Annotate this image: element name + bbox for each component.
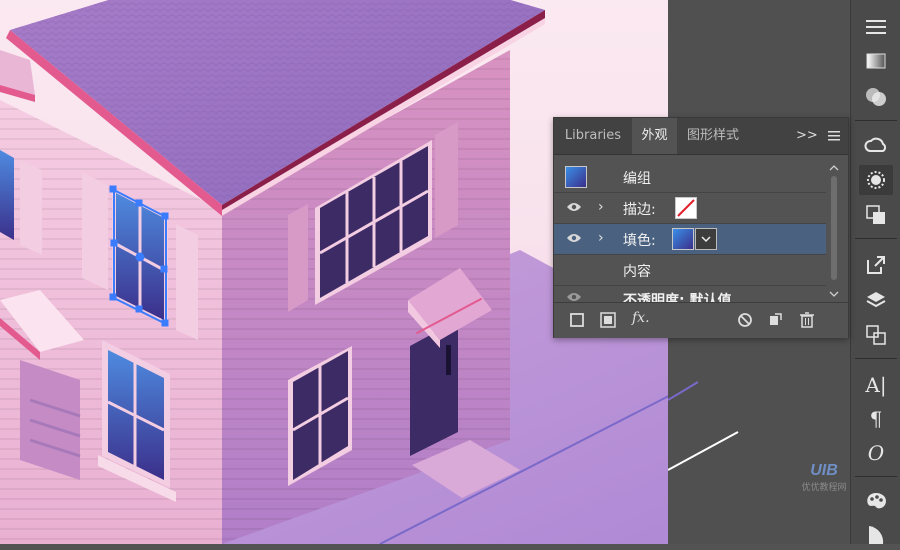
watermark-text: 优优教程网 xyxy=(801,483,847,493)
clear-appearance-icon[interactable] xyxy=(736,311,754,329)
paragraph-icon[interactable]: ¶ xyxy=(859,404,893,434)
row-label-opacity[interactable]: 不透明度: 默认值 xyxy=(623,290,731,302)
panel-menu-icon[interactable] xyxy=(828,130,840,145)
watermark: UIB 优优教程网 xyxy=(798,462,850,493)
duplicate-item-icon[interactable] xyxy=(766,311,784,329)
eye-icon[interactable] xyxy=(566,202,582,212)
eye-icon[interactable] xyxy=(566,292,582,302)
row-label-group: 编组 xyxy=(623,171,651,187)
appearance-row-contents[interactable]: 内容 xyxy=(554,255,826,286)
tab-libraries[interactable]: Libraries xyxy=(554,118,632,154)
menu-icon[interactable] xyxy=(859,12,893,42)
collapse-panel-icon[interactable]: >> xyxy=(796,128,818,143)
layers-icon[interactable] xyxy=(859,286,893,316)
chevron-down-icon xyxy=(701,236,711,243)
group-thumbnail xyxy=(565,166,587,188)
row-label-stroke[interactable]: 描边: xyxy=(623,199,656,219)
add-effect-button[interactable]: fx. xyxy=(632,310,650,326)
shape-icon[interactable] xyxy=(859,520,893,550)
graphic-styles-icon[interactable] xyxy=(859,200,893,230)
appearance-icon[interactable] xyxy=(859,165,893,195)
appearance-row-fill[interactable]: › 填色: xyxy=(554,224,826,255)
tab-appearance[interactable]: 外观 xyxy=(632,118,677,154)
fill-swatch[interactable] xyxy=(672,228,694,250)
artboards-icon[interactable] xyxy=(859,320,893,350)
chevron-right-icon[interactable]: › xyxy=(598,199,604,215)
panel-scrollbar[interactable] xyxy=(828,164,840,300)
export-icon[interactable] xyxy=(859,250,893,280)
transparency-icon[interactable] xyxy=(859,82,893,112)
opentype-icon[interactable]: O xyxy=(859,438,893,468)
appearance-row-opacity[interactable]: 不透明度: 默认值 xyxy=(554,286,826,302)
panel-bottom-bar: fx. xyxy=(554,302,848,338)
appearance-row-group[interactable]: 编组 xyxy=(554,162,826,193)
panel-tab-bar: Libraries 外观 图形样式 >> xyxy=(554,118,848,155)
row-label-fill[interactable]: 填色: xyxy=(623,230,656,250)
appearance-row-stroke[interactable]: › 描边: xyxy=(554,193,826,224)
character-icon[interactable]: A| xyxy=(859,370,893,400)
gradient-icon[interactable] xyxy=(859,46,893,76)
stroke-swatch-none[interactable] xyxy=(675,197,697,219)
add-new-stroke-icon[interactable] xyxy=(568,311,586,329)
fill-dropdown[interactable] xyxy=(695,228,717,250)
panel-dock: A| ¶ O xyxy=(850,0,900,544)
add-new-fill-icon[interactable] xyxy=(599,311,617,329)
row-label-contents: 内容 xyxy=(623,264,651,280)
chevron-right-icon[interactable]: › xyxy=(598,230,604,246)
delete-item-icon[interactable] xyxy=(798,311,816,329)
eye-icon[interactable] xyxy=(566,233,582,243)
color-palette-icon[interactable] xyxy=(859,486,893,516)
tab-graphic-styles[interactable]: 图形样式 xyxy=(677,118,749,154)
watermark-logo: UIB xyxy=(810,462,838,479)
appearance-panel: Libraries 外观 图形样式 >> 编组 › 描边: › 填色: 内容 不… xyxy=(553,117,849,338)
creative-cloud-icon[interactable] xyxy=(859,130,893,160)
